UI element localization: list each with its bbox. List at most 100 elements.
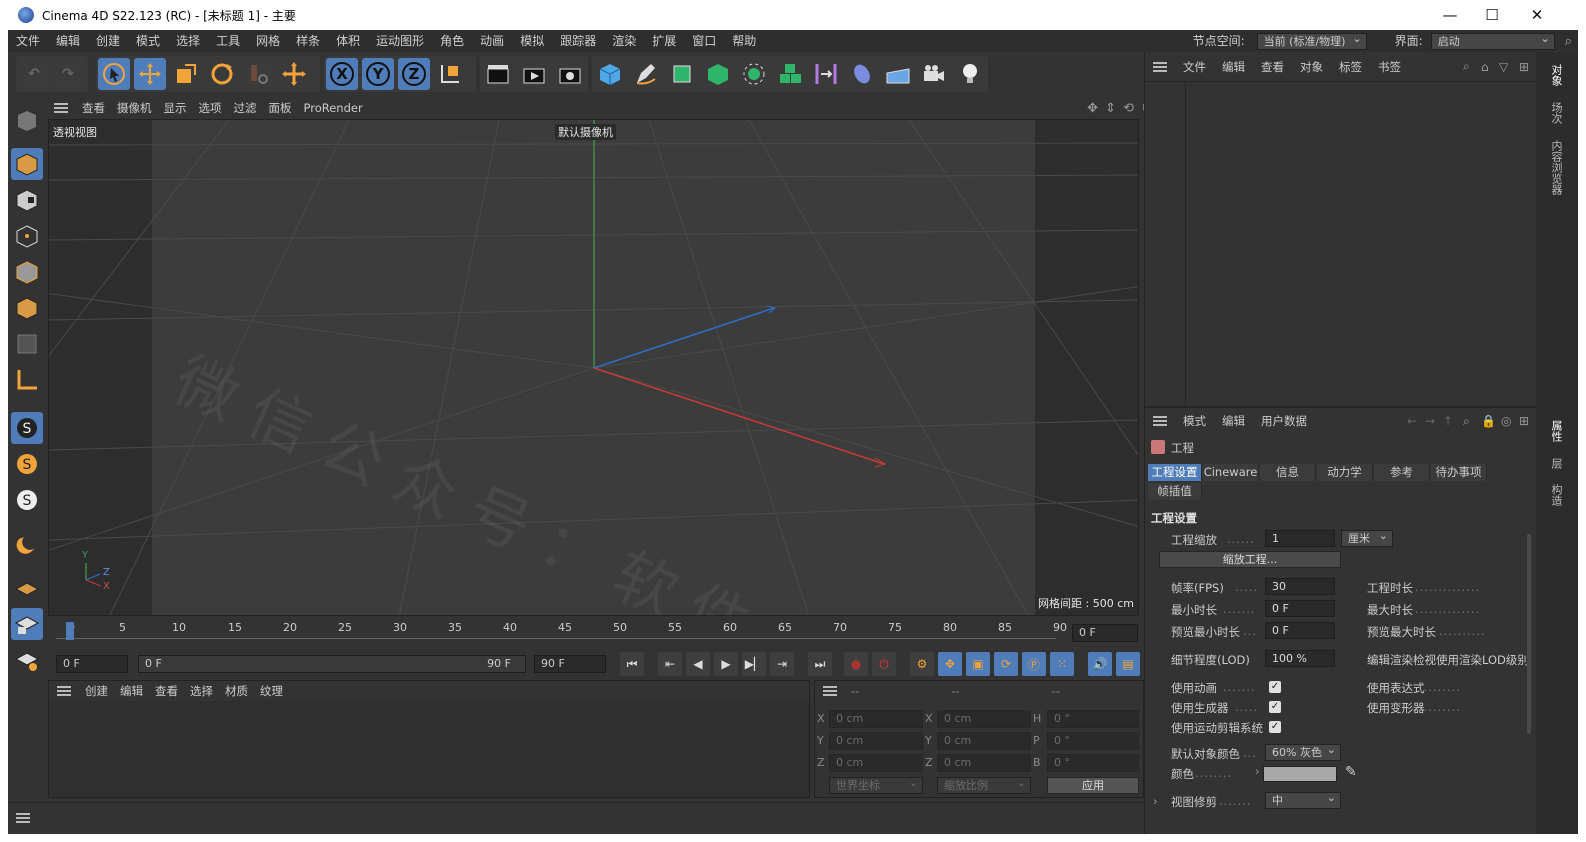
maximize-button[interactable]: ☐ — [1469, 0, 1515, 30]
viewport-menu-icon[interactable] — [54, 103, 68, 113]
object-list[interactable] — [1145, 82, 1537, 406]
fps-field[interactable]: 30 — [1265, 578, 1335, 595]
object-home-icon[interactable]: ⌂ — [1481, 60, 1489, 74]
tab-cineware[interactable]: Cineware — [1203, 464, 1259, 481]
field-icon[interactable] — [846, 58, 878, 90]
extrude-icon[interactable] — [702, 58, 734, 90]
floor-icon[interactable] — [882, 58, 914, 90]
go-to-end-icon[interactable]: ⏭ — [808, 652, 832, 676]
previous-key-icon[interactable]: ⇤ — [658, 652, 682, 676]
menu-render[interactable]: 渲染 — [604, 30, 644, 52]
key-position-icon[interactable]: ✥ — [938, 652, 962, 676]
start-frame-field[interactable]: 0 F — [56, 655, 128, 673]
menu-animate[interactable]: 动画 — [472, 30, 512, 52]
use-generators-checkbox[interactable]: ✓ — [1269, 701, 1281, 713]
project-scale-unit-select[interactable]: 厘米 — [1341, 528, 1393, 547]
object-menu-edit[interactable]: 编辑 — [1214, 59, 1253, 75]
menu-mograph[interactable]: 运动图形 — [368, 30, 432, 52]
x-axis-lock-button[interactable]: X — [326, 58, 358, 90]
subdivision-surface-icon[interactable] — [666, 58, 698, 90]
object-menu-tags[interactable]: 标签 — [1331, 59, 1370, 75]
render-picture-viewer-icon[interactable] — [518, 58, 550, 90]
menu-simulate[interactable]: 模拟 — [512, 30, 552, 52]
key-pla-icon[interactable]: ⁙ — [1050, 652, 1074, 676]
material-menu-create[interactable]: 创建 — [79, 683, 114, 699]
min-time-field[interactable]: 0 F — [1265, 600, 1335, 617]
size-x-field[interactable]: 0 cm — [937, 710, 1031, 728]
eyedropper-icon[interactable]: ✎ — [1345, 764, 1357, 780]
vtab-objects[interactable]: 对象 — [1546, 64, 1564, 86]
rotation-h-field[interactable]: 0 ° — [1047, 710, 1139, 728]
attr-back-icon[interactable]: ← — [1407, 414, 1417, 428]
rotation-b-field[interactable]: 0 ° — [1047, 754, 1139, 772]
viewport-menu-panel[interactable]: 面板 — [263, 100, 298, 116]
object-menu-view[interactable]: 查看 — [1253, 59, 1292, 75]
tab-reference[interactable]: 参考 — [1374, 464, 1430, 481]
menu-help[interactable]: 帮助 — [724, 30, 764, 52]
workplane-icon[interactable] — [11, 572, 43, 604]
make-editable-icon[interactable] — [11, 104, 43, 136]
minimize-button[interactable]: — — [1427, 0, 1473, 30]
key-parameter-icon[interactable]: Ⓟ — [1022, 652, 1046, 676]
status-menu-icon[interactable] — [16, 813, 30, 823]
viewport-menu-cameras[interactable]: 摄像机 — [111, 100, 158, 116]
transform-tool-icon[interactable] — [278, 58, 310, 90]
mograph-cubes-icon[interactable] — [774, 58, 806, 90]
view-clip-select[interactable]: 中 — [1265, 790, 1341, 809]
default-color-select[interactable]: 60% 灰色 — [1265, 742, 1341, 761]
use-motion-system-checkbox[interactable]: ✓ — [1269, 721, 1281, 733]
material-menu-edit[interactable]: 编辑 — [114, 683, 149, 699]
z-axis-lock-button[interactable]: Z — [398, 58, 430, 90]
viewport-menu-display[interactable]: 显示 — [158, 100, 193, 116]
rotation-p-field[interactable]: 0 ° — [1047, 732, 1139, 750]
menu-spline[interactable]: 样条 — [288, 30, 328, 52]
move-icon[interactable] — [134, 58, 166, 90]
material-menu-texture[interactable]: 纹理 — [254, 683, 289, 699]
scale-icon[interactable] — [170, 58, 202, 90]
tab-interpolation[interactable]: 帧插值 — [1148, 483, 1202, 500]
planar-workplane-icon[interactable] — [11, 644, 43, 676]
viewport-menu-filter[interactable]: 过滤 — [228, 100, 263, 116]
axis-mode-icon[interactable] — [11, 364, 43, 396]
pen-icon[interactable] — [630, 58, 662, 90]
object-menu-bookmarks[interactable]: 书签 — [1370, 59, 1409, 75]
workplane-snap-icon[interactable]: S — [11, 484, 43, 516]
object-menu-objects[interactable]: 对象 — [1292, 59, 1331, 75]
world-coordinates-select[interactable]: 世界坐标 — [829, 775, 923, 794]
perspective-viewport[interactable]: 透视视图 默认摄像机 网格间距 : 500 cm Y Z X 微信公众号：软件安… — [48, 119, 1139, 616]
attr-forward-icon[interactable]: → — [1425, 414, 1435, 428]
attr-menu-mode[interactable]: 模式 — [1175, 413, 1214, 429]
object-filter-icon[interactable]: ▽ — [1499, 60, 1508, 74]
light-icon[interactable] — [954, 58, 986, 90]
attr-up-icon[interactable]: ↑ — [1443, 414, 1453, 428]
bend-deformer-icon[interactable] — [810, 58, 842, 90]
keyframe-selection-icon[interactable]: ⚙ — [910, 652, 934, 676]
vtab-takes[interactable]: 场次 — [1546, 102, 1564, 124]
redo-icon[interactable]: ↷ — [52, 58, 84, 90]
apply-button[interactable]: 应用 — [1047, 777, 1139, 794]
vtab-attributes[interactable]: 属性 — [1546, 420, 1564, 442]
snap-settings-icon[interactable]: S — [11, 448, 43, 480]
menu-tracker[interactable]: 跟踪器 — [552, 30, 604, 52]
uv-mode-icon[interactable] — [11, 328, 43, 360]
viewport-rotate-icon[interactable]: ⟲ — [1123, 101, 1134, 116]
record-active-icon[interactable]: ● — [844, 652, 868, 676]
object-new-window-icon[interactable]: ⊞ — [1519, 60, 1529, 74]
locked-workplane-icon[interactable] — [11, 608, 43, 640]
menu-character[interactable]: 角色 — [432, 30, 472, 52]
attr-menu-edit[interactable]: 编辑 — [1214, 413, 1253, 429]
preview-range-slider[interactable]: 0 F 90 F — [138, 655, 526, 673]
previous-frame-icon[interactable]: ◀ — [686, 652, 710, 676]
tab-todo[interactable]: 待办事项 — [1431, 464, 1487, 481]
menu-create[interactable]: 创建 — [88, 30, 128, 52]
go-to-start-icon[interactable]: ⏮ — [620, 652, 644, 676]
object-search-icon[interactable]: ⌕ — [1463, 59, 1470, 74]
end-frame-field[interactable]: 90 F — [534, 655, 606, 673]
cube-icon[interactable] — [594, 58, 626, 90]
object-menu-icon[interactable] — [1153, 61, 1167, 72]
preview-min-field[interactable]: 0 F — [1265, 622, 1335, 639]
autokey-icon[interactable]: ⏻ — [872, 652, 896, 676]
key-rotation-icon[interactable]: ⟳ — [994, 652, 1018, 676]
attr-new-window-icon[interactable]: ⊞ — [1519, 414, 1529, 428]
point-mode-icon[interactable] — [11, 220, 43, 252]
